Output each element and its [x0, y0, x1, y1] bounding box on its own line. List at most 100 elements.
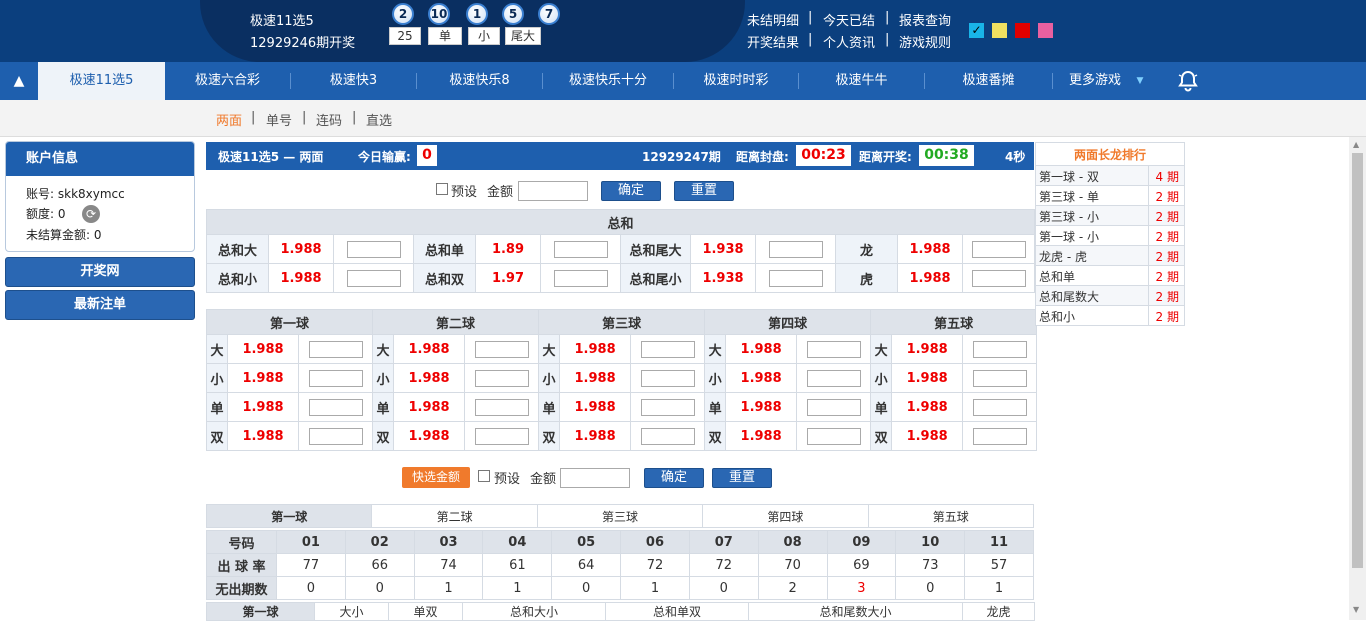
bet-amount-input[interactable] [474, 369, 529, 387]
bet-amount-input[interactable] [640, 340, 695, 358]
bet-amount-input[interactable] [308, 427, 363, 445]
ball-header-4: 第四球 [704, 309, 872, 335]
bet-amount-input[interactable] [806, 340, 861, 358]
bet-cell [796, 363, 872, 393]
bet-amount-input[interactable] [768, 269, 823, 287]
bet-cell [297, 363, 374, 393]
bet-label: 总和大 [206, 234, 269, 264]
bet-amount-input[interactable] [474, 427, 529, 445]
bet-amount-input[interactable] [474, 398, 529, 416]
trend-tab-ball[interactable]: 第一球 [206, 602, 315, 621]
bet-amount-input[interactable] [806, 369, 861, 387]
bet-label: 总和尾大 [620, 234, 691, 264]
bet-amount-input[interactable] [308, 398, 363, 416]
quick-fill-amount-button[interactable]: 快选金额 [402, 467, 470, 488]
bet-amount-input[interactable] [972, 340, 1027, 358]
bet-odds: 1.938 [690, 234, 756, 264]
bet-amount-input[interactable] [806, 398, 861, 416]
stats-cell: 74 [413, 553, 484, 577]
scroll-up-arrow-icon[interactable]: ▲ [1353, 140, 1359, 149]
latest-bets-button[interactable]: 最新注单 [5, 290, 195, 320]
bet-amount-input[interactable] [640, 398, 695, 416]
theme-swatch-blue[interactable]: ✓ [969, 23, 984, 38]
reset-button[interactable]: 重置 [674, 181, 734, 201]
bet-label: 小 [870, 363, 893, 393]
nav-item-k3[interactable]: 极速快3 [291, 62, 416, 100]
bet-amount-input[interactable] [308, 340, 363, 358]
nav-item-11x5[interactable]: 极速11选5 [38, 62, 165, 100]
collapse-toggle-icon[interactable]: ▲ [0, 62, 38, 100]
stat-tab-ball-5[interactable]: 第五球 [867, 504, 1035, 528]
bet-amount-input[interactable] [346, 269, 401, 287]
bet-amount-input[interactable] [640, 369, 695, 387]
theme-swatch-pink[interactable] [1038, 23, 1053, 38]
link-profile[interactable]: 个人资讯 [823, 32, 875, 51]
scroll-down-arrow-icon[interactable]: ▼ [1353, 605, 1359, 614]
bet-amount-input[interactable] [474, 340, 529, 358]
bet-label: 单 [704, 392, 727, 422]
trend-tab-size[interactable]: 大小 [314, 602, 389, 621]
trend-tab-dragon-tiger[interactable]: 龙虎 [962, 602, 1035, 621]
trend-tab-sum-tail[interactable]: 总和尾数大小 [748, 602, 963, 621]
bell-icon[interactable] [1176, 69, 1200, 93]
tab-two-sides[interactable]: 两面 [216, 110, 242, 129]
nav-item-kl8[interactable]: 极速快乐8 [417, 62, 542, 100]
nav-item-kl10[interactable]: 极速快乐十分 [543, 62, 673, 100]
trend-tab-sum-size[interactable]: 总和大小 [462, 602, 606, 621]
bet-amount-input[interactable] [768, 240, 823, 258]
bet-amount-input[interactable] [972, 427, 1027, 445]
preset-checkbox[interactable] [436, 183, 448, 195]
bet-amount-input[interactable] [971, 240, 1026, 258]
theme-swatch-red[interactable] [1015, 23, 1030, 38]
stat-tab-ball-3[interactable]: 第三球 [536, 504, 704, 528]
tab-single-number[interactable]: 单号 [266, 110, 292, 129]
bet-label: 总和单 [413, 234, 476, 264]
bet-amount-input[interactable] [972, 398, 1027, 416]
bet-amount-input[interactable] [806, 427, 861, 445]
bet-amount-input[interactable] [971, 269, 1026, 287]
nav-item-fantan[interactable]: 极速番摊 [925, 62, 1052, 100]
bet-amount-input[interactable] [553, 240, 608, 258]
lottery-site-button[interactable]: 开奖网 [5, 257, 195, 287]
tab-direct[interactable]: 直选 [366, 110, 392, 129]
bet-amount-input[interactable] [640, 427, 695, 445]
link-rules[interactable]: 游戏规则 [899, 32, 951, 51]
bet-cell [540, 234, 621, 264]
trend-tab-odd-even[interactable]: 单双 [388, 602, 463, 621]
stat-tab-ball-2[interactable]: 第二球 [371, 504, 538, 528]
nav-item-niuniu[interactable]: 极速牛牛 [799, 62, 924, 100]
ranking-count: 2 期 [1155, 250, 1179, 264]
scrollbar-thumb[interactable] [1352, 153, 1363, 568]
nav-item-ssc[interactable]: 极速时时彩 [674, 62, 798, 100]
tab-combo[interactable]: 连码 [316, 110, 342, 129]
theme-swatch-yellow[interactable] [992, 23, 1007, 38]
amount-input[interactable] [518, 181, 588, 201]
ranking-count: 2 期 [1155, 310, 1179, 324]
page-scrollbar[interactable]: ▲ ▼ [1349, 137, 1366, 620]
bet-amount-input[interactable] [553, 269, 608, 287]
stat-tab-ball-4[interactable]: 第四球 [702, 504, 869, 528]
nav-item-more[interactable]: 更多游戏 [1060, 62, 1130, 100]
stats-cell: 70 [757, 553, 828, 577]
link-unsettled[interactable]: 未结明细 [747, 10, 799, 29]
stat-tab-ball-1[interactable]: 第一球 [205, 504, 373, 528]
confirm-button[interactable]: 确定 [601, 181, 661, 201]
preset-checkbox-bottom[interactable] [478, 470, 490, 482]
bet-amount-input[interactable] [972, 369, 1027, 387]
trend-tab-sum-odd-even[interactable]: 总和单双 [605, 602, 749, 621]
nav-item-mark6[interactable]: 极速六合彩 [165, 62, 290, 100]
link-settled-today[interactable]: 今天已结 [823, 10, 875, 29]
more-games-chevron-icon[interactable]: ▼ [1132, 62, 1148, 100]
confirm-button-bottom[interactable]: 确定 [644, 468, 704, 488]
bet-cell [755, 234, 836, 264]
bet-label: 单 [372, 392, 395, 422]
bet-amount-input[interactable] [346, 240, 401, 258]
reset-button-bottom[interactable]: 重置 [712, 468, 772, 488]
stats-cell: 07 [688, 530, 759, 554]
bet-amount-input[interactable] [308, 369, 363, 387]
link-reports[interactable]: 报表查询 [899, 10, 951, 29]
refresh-icon[interactable]: ⟳ [82, 205, 100, 223]
ranking-divider [1148, 286, 1149, 305]
link-results[interactable]: 开奖结果 [747, 32, 799, 51]
amount-input-bottom[interactable] [560, 468, 630, 488]
